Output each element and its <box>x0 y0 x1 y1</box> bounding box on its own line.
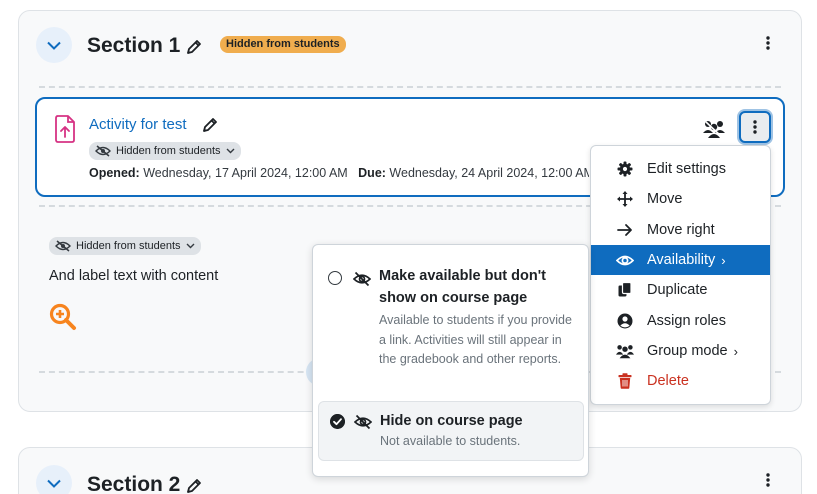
section-2-actions-menu[interactable] <box>757 469 779 491</box>
pencil-icon[interactable] <box>201 116 219 134</box>
radio-unchecked-icon <box>328 271 342 285</box>
visibility-pill-label: Hidden from students <box>76 240 181 252</box>
section-1-collapse-button[interactable] <box>36 27 72 63</box>
hidden-from-students-badge: Hidden from students <box>220 36 346 53</box>
label-visibility-pill[interactable]: Hidden from students <box>49 237 201 255</box>
menu-item-label: Edit settings <box>647 161 726 177</box>
pencil-icon[interactable] <box>185 38 203 56</box>
activity-action-menu: Edit settings Move Move right Availabili… <box>590 145 771 405</box>
menu-item-label: Assign roles <box>647 313 726 329</box>
chevron-right-icon: › <box>721 252 726 268</box>
menu-item-label: Move <box>647 191 683 207</box>
section-1-title[interactable]: Section 1 <box>87 34 180 58</box>
zoom-in-icon[interactable] <box>49 303 77 331</box>
visibility-pill-label: Hidden from students <box>116 145 221 157</box>
menu-item-duplicate[interactable]: Duplicate <box>591 275 770 305</box>
menu-item-availability[interactable]: Availability › <box>591 245 770 275</box>
kebab-icon <box>753 120 757 134</box>
separate-groups-icon[interactable] <box>703 119 725 139</box>
pencil-icon[interactable] <box>185 477 203 494</box>
menu-item-label: Delete <box>647 373 689 389</box>
section-2-collapse-button[interactable] <box>36 465 72 494</box>
chevron-down-icon <box>186 243 195 249</box>
chevron-right-icon: › <box>733 343 738 359</box>
chevron-down-icon <box>47 41 61 50</box>
activity-dates: Opened: Wednesday, 17 April 2024, 12:00 … <box>89 166 589 180</box>
eye-slash-icon <box>353 271 371 287</box>
assignment-upload-icon <box>55 115 75 143</box>
eye-icon <box>616 251 634 269</box>
kebab-icon <box>766 473 770 487</box>
menu-item-move-right[interactable]: Move right <box>591 215 770 245</box>
activity-link[interactable]: Activity for test <box>89 116 187 133</box>
move-arrows-icon <box>616 190 634 208</box>
opened-label: Opened: <box>89 166 140 180</box>
trash-icon <box>616 372 634 390</box>
menu-item-group-mode[interactable]: Group mode › <box>591 336 770 366</box>
section-2-title[interactable]: Section 2 <box>87 473 180 494</box>
menu-item-edit-settings[interactable]: Edit settings <box>591 154 770 184</box>
user-circle-icon <box>616 312 634 330</box>
activity-visibility-pill[interactable]: Hidden from students <box>89 142 241 160</box>
section-divider <box>39 86 781 88</box>
copy-icon <box>616 281 634 299</box>
chevron-down-icon <box>226 148 235 154</box>
label-content-text: And label text with content <box>49 268 219 284</box>
menu-item-label: Availability <box>647 252 716 268</box>
check-circle-icon <box>330 414 345 429</box>
activity-actions-menu-button[interactable] <box>739 111 771 143</box>
chevron-down-icon <box>47 479 61 488</box>
option-title: Make available but don't show on course … <box>379 268 547 306</box>
arrow-right-icon <box>616 221 634 239</box>
menu-item-assign-roles[interactable]: Assign roles <box>591 306 770 336</box>
due-date: Wednesday, 24 April 2024, 12:00 AM <box>389 166 589 180</box>
menu-item-delete[interactable]: Delete <box>591 366 770 396</box>
availability-submenu: Make available but don't show on course … <box>312 244 589 477</box>
option-title: Hide on course page <box>380 413 523 429</box>
menu-item-move[interactable]: Move <box>591 184 770 214</box>
menu-item-label: Move right <box>647 222 715 238</box>
eye-slash-icon <box>55 240 71 252</box>
option-description: Available to students if you provide a l… <box>379 313 572 366</box>
menu-item-label: Group mode <box>647 343 728 359</box>
opened-date: Wednesday, 17 April 2024, 12:00 AM <box>143 166 348 180</box>
eye-slash-icon <box>354 414 372 430</box>
users-icon <box>616 342 634 360</box>
availability-option-stealth[interactable]: Make available but don't show on course … <box>318 259 584 399</box>
menu-item-label: Duplicate <box>647 282 708 298</box>
option-description: Not available to students. <box>380 434 521 448</box>
section-1-actions-menu[interactable] <box>757 32 779 54</box>
availability-option-hide[interactable]: Hide on course page Not available to stu… <box>318 401 584 461</box>
kebab-icon <box>766 36 770 50</box>
gear-icon <box>616 160 634 178</box>
due-label: Due: <box>358 166 386 180</box>
eye-slash-icon <box>95 145 111 157</box>
